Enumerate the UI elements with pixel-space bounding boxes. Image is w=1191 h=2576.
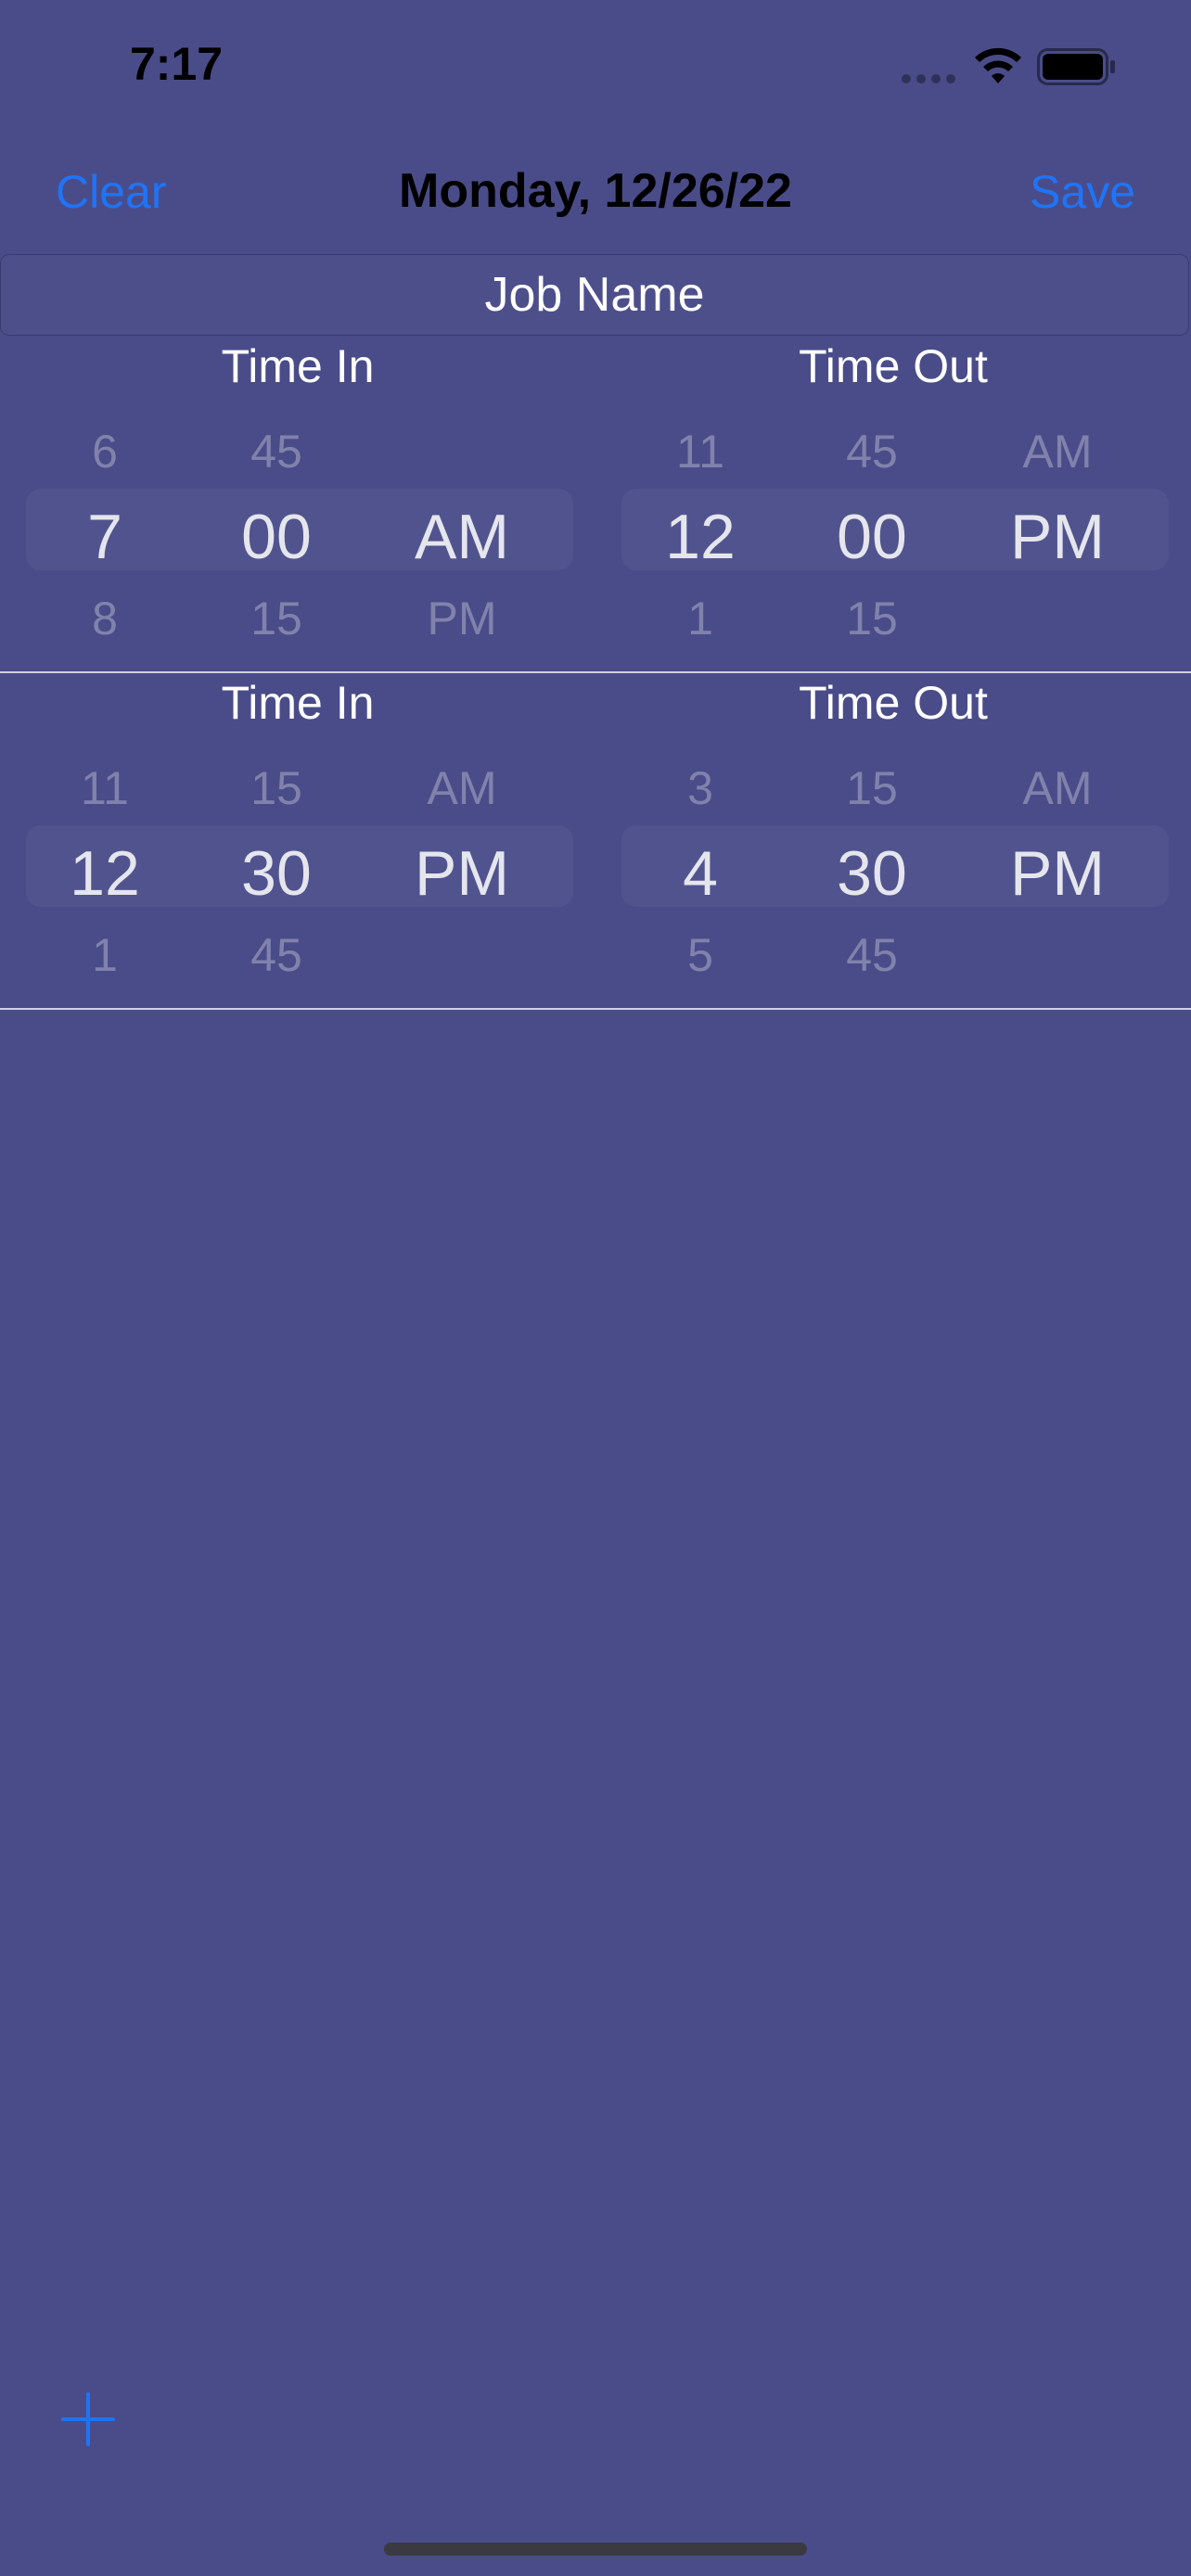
hour-wheel[interactable]: 6 7 8 bbox=[26, 415, 184, 652]
wheel-option[interactable]: 11 bbox=[26, 761, 184, 815]
wheel-option[interactable]: 15 bbox=[184, 592, 369, 640]
wheel-option[interactable]: 45 bbox=[779, 425, 965, 478]
wheel-option[interactable]: AM bbox=[369, 761, 555, 815]
minute-wheel[interactable]: 15 30 45 bbox=[184, 752, 369, 988]
period-wheel[interactable]: AM PM bbox=[965, 415, 1150, 652]
wheel-selected-value[interactable]: AM bbox=[369, 501, 555, 573]
wheel-option[interactable]: 3 bbox=[621, 761, 779, 815]
wheel-option[interactable]: 1 bbox=[26, 928, 184, 976]
wheel-option[interactable]: 15 bbox=[779, 761, 965, 815]
cellular-signal-icon bbox=[902, 74, 955, 83]
wheel-option[interactable]: 11 bbox=[621, 425, 779, 478]
wheel-option[interactable]: AM bbox=[965, 425, 1150, 478]
wheel-option[interactable]: 45 bbox=[779, 928, 965, 976]
wheel-option[interactable]: 15 bbox=[184, 761, 369, 815]
hour-wheel[interactable]: 3 4 5 bbox=[621, 752, 779, 988]
time-in-label: Time In bbox=[221, 340, 375, 392]
period-wheel[interactable]: AM PM bbox=[369, 415, 555, 652]
time-entry: Time In Time Out 11 12 1 15 30 45 AM PM … bbox=[0, 672, 1191, 1009]
minute-wheel[interactable]: 45 00 15 bbox=[184, 415, 369, 652]
time-in-picker[interactable]: 6 7 8 45 00 15 AM PM bbox=[26, 415, 573, 652]
page-title: Monday, 12/26/22 bbox=[399, 164, 792, 218]
job-name-input[interactable] bbox=[1, 255, 1188, 335]
hour-wheel[interactable]: 11 12 1 bbox=[26, 752, 184, 988]
time-out-label: Time Out bbox=[799, 677, 988, 729]
wheel-selected-value[interactable]: 30 bbox=[779, 837, 965, 910]
status-bar: 7:17 bbox=[0, 0, 1191, 130]
wheel-selected-value[interactable]: 7 bbox=[26, 501, 184, 573]
status-time: 7:17 bbox=[130, 38, 224, 90]
battery-icon bbox=[1037, 48, 1115, 85]
wheel-option[interactable]: 6 bbox=[26, 425, 184, 478]
hour-wheel[interactable]: 11 12 1 bbox=[621, 415, 779, 652]
job-name-field[interactable] bbox=[0, 254, 1189, 336]
time-out-picker[interactable]: 11 12 1 45 00 15 AM PM bbox=[621, 415, 1169, 652]
wheel-option[interactable]: 8 bbox=[26, 592, 184, 640]
time-out-picker[interactable]: 3 4 5 15 30 45 AM PM bbox=[621, 752, 1169, 988]
wifi-icon bbox=[975, 47, 1021, 83]
wheel-selected-value[interactable]: 12 bbox=[26, 837, 184, 910]
wheel-selected-value[interactable]: PM bbox=[965, 501, 1150, 573]
wheel-selected-value[interactable]: 00 bbox=[779, 501, 965, 573]
wheel-selected-value[interactable]: 4 bbox=[621, 837, 779, 910]
add-entry-button[interactable] bbox=[61, 2392, 115, 2446]
wheel-option[interactable] bbox=[965, 592, 1150, 640]
wheel-selected-value[interactable]: 30 bbox=[184, 837, 369, 910]
time-in-label: Time In bbox=[221, 677, 375, 729]
time-out-label: Time Out bbox=[799, 340, 988, 392]
period-wheel[interactable]: AM PM bbox=[369, 752, 555, 988]
wheel-option[interactable] bbox=[965, 928, 1150, 976]
navigation-bar: Clear Monday, 12/26/22 Save bbox=[0, 148, 1191, 236]
wheel-option[interactable]: 45 bbox=[184, 425, 369, 478]
time-in-picker[interactable]: 11 12 1 15 30 45 AM PM bbox=[26, 752, 573, 988]
minute-wheel[interactable]: 15 30 45 bbox=[779, 752, 965, 988]
home-indicator[interactable] bbox=[384, 2543, 807, 2556]
wheel-selected-value[interactable]: PM bbox=[369, 837, 555, 910]
wheel-option[interactable]: 1 bbox=[621, 592, 779, 640]
wheel-option[interactable]: PM bbox=[369, 592, 555, 640]
wheel-option[interactable]: AM bbox=[965, 761, 1150, 815]
wheel-option[interactable]: 5 bbox=[621, 928, 779, 976]
time-entry: Time In Time Out 6 7 8 45 00 15 AM PM 11… bbox=[0, 336, 1191, 672]
minute-wheel[interactable]: 45 00 15 bbox=[779, 415, 965, 652]
plus-icon bbox=[61, 2392, 115, 2446]
wheel-selected-value[interactable]: 00 bbox=[184, 501, 369, 573]
period-wheel[interactable]: AM PM bbox=[965, 752, 1150, 988]
wheel-selected-value[interactable]: PM bbox=[965, 837, 1150, 910]
wheel-option[interactable]: 15 bbox=[779, 592, 965, 640]
wheel-option[interactable]: 45 bbox=[184, 928, 369, 976]
save-button[interactable]: Save bbox=[1030, 165, 1135, 219]
wheel-option[interactable] bbox=[369, 928, 555, 976]
wheel-selected-value[interactable]: 12 bbox=[621, 501, 779, 573]
row-divider bbox=[0, 1008, 1191, 1010]
